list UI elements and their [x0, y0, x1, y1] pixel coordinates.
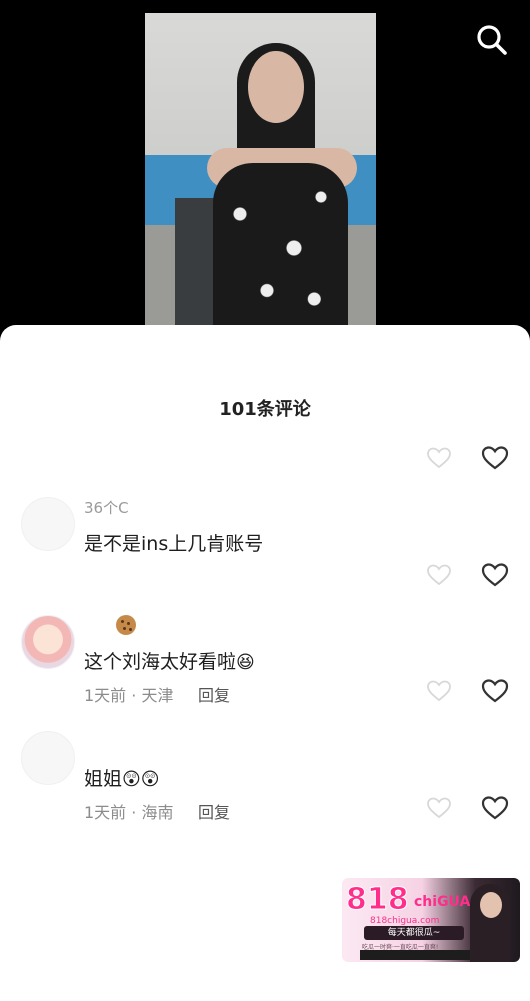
avatar[interactable]	[21, 731, 75, 785]
video-person-head	[248, 51, 304, 123]
like-button-heart-icon[interactable]	[481, 795, 509, 821]
reply-button[interactable]: 回复	[198, 682, 230, 706]
watermark-ad-banner[interactable]: 818 chiGUA 818chigua.com 每天都很瓜~ 吃瓜一时爽·一直…	[342, 878, 520, 962]
comment-text: 是不是ins上几肯账号	[84, 533, 264, 555]
comment-meta: 1天前 · 天津	[84, 686, 174, 705]
comment-text-content: 姐姐	[84, 768, 123, 790]
ad-url: 818chigua.com	[370, 916, 440, 926]
comments-count-title: 101条评论	[219, 399, 311, 420]
ad-footer-bar	[360, 950, 470, 960]
search-button[interactable]	[474, 22, 510, 58]
heart-outline-icon[interactable]	[426, 563, 452, 587]
cookie-emoji-icon	[116, 615, 136, 635]
grinning-emoji-icon: 😆	[236, 652, 255, 673]
heart-outline-icon[interactable]	[426, 446, 452, 470]
comment-text: 姐姐😲😲	[84, 764, 160, 791]
comment-username[interactable]: 36个C	[84, 497, 129, 518]
like-button-heart-icon[interactable]	[481, 445, 509, 471]
video-player[interactable]	[0, 0, 530, 340]
ad-logo-suffix: chiGUA	[414, 894, 471, 910]
search-icon	[477, 25, 507, 55]
heart-outline-icon[interactable]	[426, 679, 452, 703]
like-button-heart-icon[interactable]	[481, 678, 509, 704]
comment-text-content: 这个刘海太好看啦	[84, 651, 237, 673]
video-person-dress	[213, 163, 348, 328]
avatar[interactable]	[21, 497, 75, 551]
reply-button[interactable]: 回复	[198, 799, 230, 823]
ad-logo-number: 818	[346, 882, 410, 918]
astonished-emoji-icon: 😲	[122, 769, 141, 790]
avatar[interactable]	[21, 615, 75, 669]
video-furniture	[175, 198, 215, 328]
astonished-emoji-icon: 😲	[140, 769, 160, 790]
like-button-heart-icon[interactable]	[481, 562, 509, 588]
comment-text: 这个刘海太好看啦😆	[84, 647, 255, 674]
video-frame[interactable]	[145, 13, 376, 328]
ad-model-face	[480, 892, 502, 918]
heart-outline-icon[interactable]	[426, 796, 452, 820]
ad-tagline: 每天都很瓜~	[364, 926, 464, 940]
comment-meta: 1天前 · 海南	[84, 803, 174, 822]
